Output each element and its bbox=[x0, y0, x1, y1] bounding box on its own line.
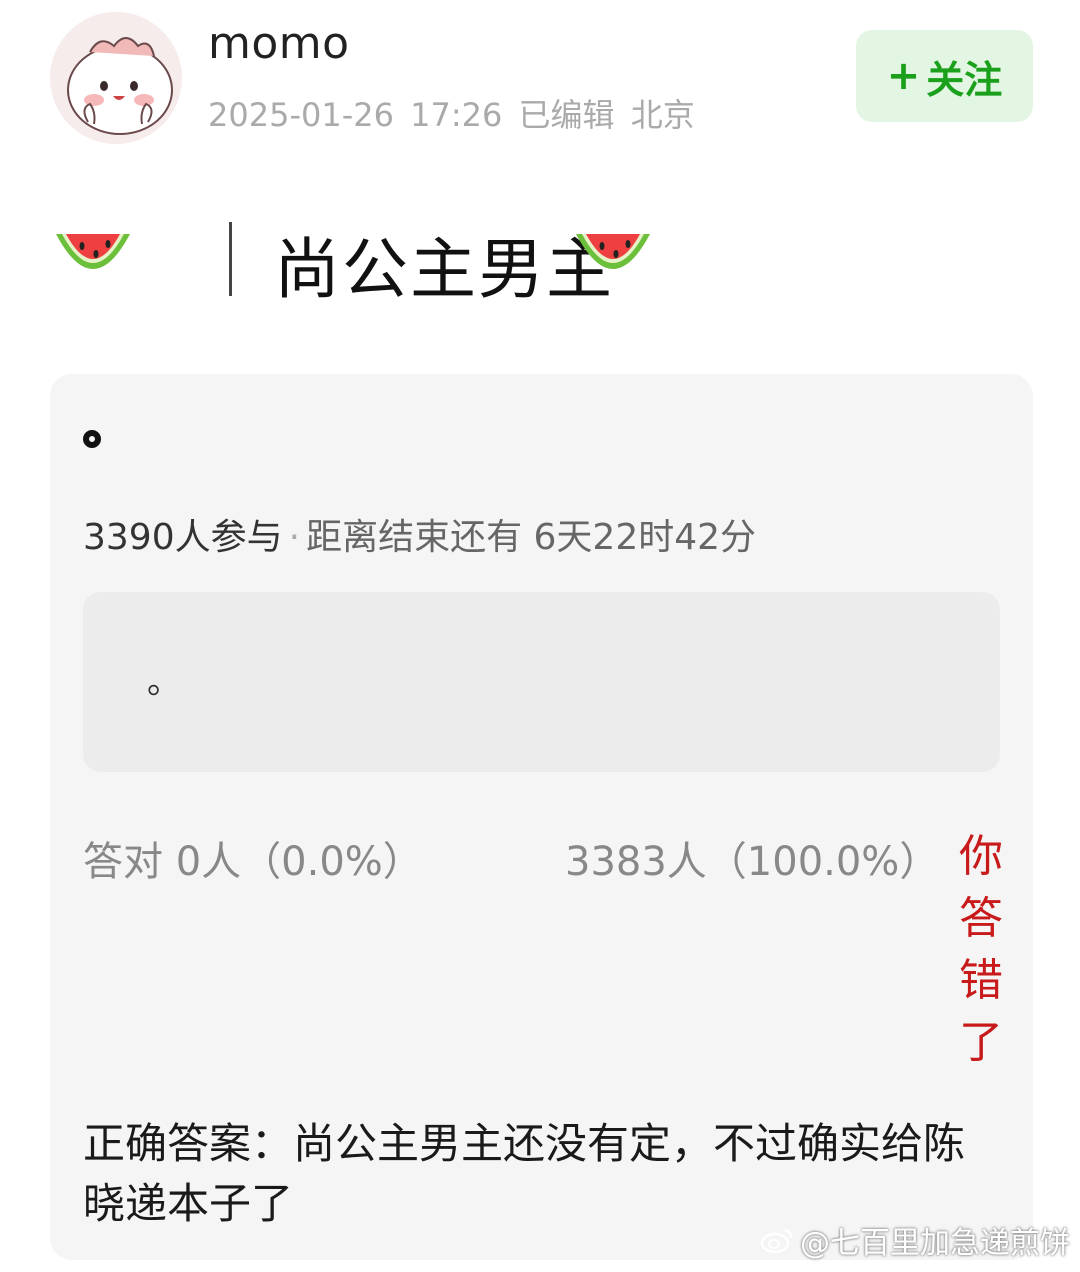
follow-button[interactable]: + 关注 bbox=[856, 30, 1033, 122]
stats-dot: · bbox=[288, 517, 301, 558]
post-title-row: 尚公主男主 bbox=[52, 210, 1052, 310]
weibo-icon bbox=[760, 1228, 793, 1254]
post-location: 北京 bbox=[630, 96, 695, 134]
participant-count: 3390人参与 bbox=[83, 517, 283, 558]
post-title: 尚公主男主 bbox=[274, 216, 614, 312]
post-title-text: 尚公主男主 bbox=[274, 231, 614, 308]
follow-label: 关注 bbox=[926, 57, 1003, 102]
title-separator bbox=[229, 222, 232, 296]
watermark: @七百里加急递煎饼 bbox=[760, 1218, 1070, 1262]
username[interactable]: momo bbox=[208, 18, 350, 69]
poll-countdown: 距离结束还有 6天22时42分 bbox=[306, 517, 757, 558]
poll-option[interactable]: 。 bbox=[83, 592, 1000, 772]
poll-option-text: 。 bbox=[147, 662, 181, 702]
watermelon-icon bbox=[576, 234, 650, 269]
watermark-text: @七百里加急递煎饼 bbox=[800, 1226, 1070, 1261]
option-result: 3383人（100.0%） bbox=[565, 829, 939, 887]
wrong-answer-label: 你答错了 bbox=[959, 831, 1003, 1068]
avatar[interactable] bbox=[50, 12, 182, 144]
correct-result: 答对 0人（0.0%） bbox=[83, 829, 423, 887]
poll-card: 。 3390人参与·距离结束还有 6天22时42分 。 答对 0人（0.0%） … bbox=[50, 374, 1033, 1260]
option-count: 3383人（100.0%） bbox=[565, 839, 940, 885]
bunny-avatar-icon bbox=[50, 12, 182, 144]
correct-answer: 正确答案：尚公主男主还没有定，不过确实给陈晓递本子了 bbox=[83, 1119, 966, 1228]
correct-label: 答对 bbox=[83, 839, 163, 885]
watermelon-icon bbox=[56, 234, 130, 269]
post-date: 2025-01-26 17:26 bbox=[208, 96, 503, 134]
correct-count: 0人（0.0%） bbox=[175, 839, 423, 885]
poll-stats: 3390人参与 · 距离结束还有 6天22时42分 bbox=[83, 508, 756, 560]
edited-label: 已编辑 bbox=[518, 96, 615, 134]
post-meta: 2025-01-26 17:26 已编辑 北京 bbox=[208, 90, 695, 136]
poll-question: 。 bbox=[83, 430, 101, 448]
plus-icon: + bbox=[886, 53, 921, 99]
